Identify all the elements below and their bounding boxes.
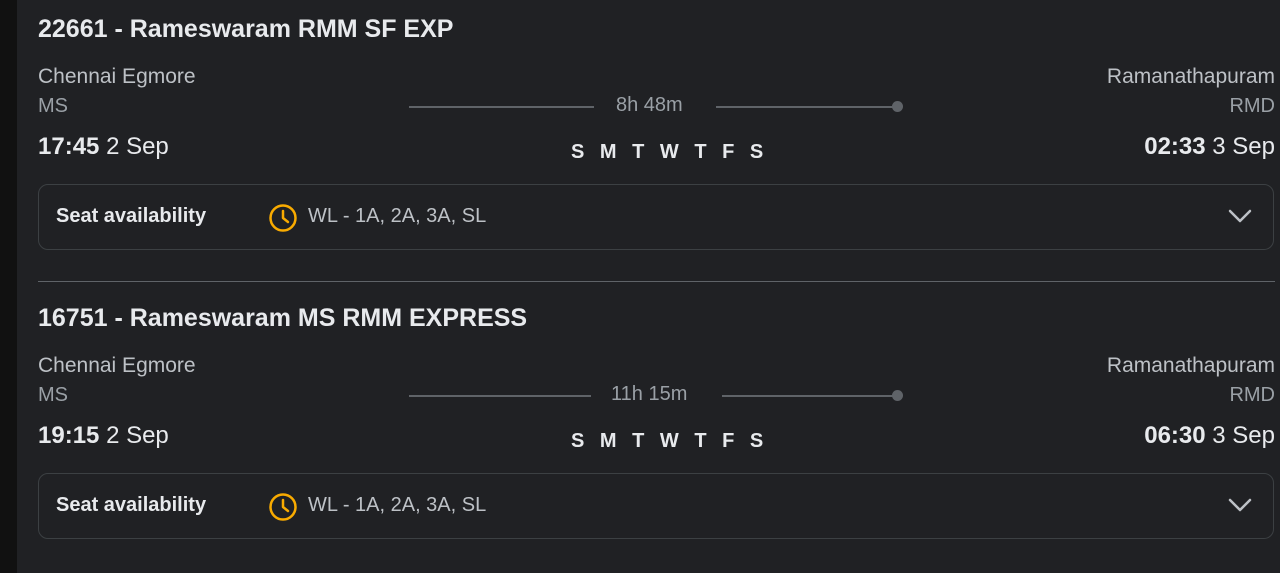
arrival-time: 02:33 (1144, 133, 1206, 160)
to-station: Ramanathapuram (1106, 354, 1275, 377)
from-station: Chennai Egmore (38, 65, 196, 88)
duration: 11h 15m (611, 383, 688, 405)
journey-line: 11h 15m (409, 383, 904, 407)
arrival-date: 3 Sep (1212, 133, 1275, 160)
departure-date: 2 Sep (106, 133, 169, 160)
to-code: RMD (1229, 384, 1275, 406)
clock-icon (269, 204, 297, 232)
to-code: RMD (1229, 95, 1275, 117)
from-code: MS (38, 384, 68, 406)
departure: 19:15 2 Sep (38, 422, 169, 450)
chevron-down-icon[interactable] (1227, 495, 1253, 515)
from-code: MS (38, 95, 68, 117)
chevron-down-icon[interactable] (1227, 206, 1253, 226)
train-title[interactable]: 16751 - Rameswaram MS RMM EXPRESS (38, 304, 527, 333)
train-title[interactable]: 22661 - Rameswaram RMM SF EXP (38, 15, 453, 44)
arrival-dot (892, 101, 903, 112)
from-station: Chennai Egmore (38, 354, 196, 377)
train-results-panel: 22661 - Rameswaram RMM SF EXP Chennai Eg… (17, 0, 1280, 573)
arrival: 06:30 3 Sep (1144, 422, 1275, 450)
arrival-dot (892, 390, 903, 401)
arrival-date: 3 Sep (1212, 422, 1275, 449)
journey-line-left (409, 395, 591, 397)
running-days: S M T W T F S (571, 430, 769, 452)
departure-date: 2 Sep (106, 422, 169, 449)
duration: 8h 48m (616, 94, 683, 116)
departure-time: 17:45 (38, 133, 100, 160)
arrival: 02:33 3 Sep (1144, 133, 1275, 161)
seat-availability-label: Seat availability (56, 494, 207, 516)
running-days: S M T W T F S (571, 141, 769, 163)
seat-availability-label: Seat availability (56, 205, 207, 227)
seat-status: WL - 1A, 2A, 3A, SL (308, 205, 487, 227)
seat-availability-toggle[interactable]: Seat availability WL - 1A, 2A, 3A, SL (38, 184, 1274, 250)
to-station: Ramanathapuram (1106, 65, 1275, 88)
seat-availability-toggle[interactable]: Seat availability WL - 1A, 2A, 3A, SL (38, 473, 1274, 539)
arrival-time: 06:30 (1144, 422, 1206, 449)
departure-time: 19:15 (38, 422, 100, 449)
journey-line-right (716, 106, 896, 108)
divider (38, 281, 1275, 282)
seat-status: WL - 1A, 2A, 3A, SL (308, 494, 487, 516)
journey-line-right (722, 395, 896, 397)
journey-line: 8h 48m (409, 94, 904, 118)
departure: 17:45 2 Sep (38, 133, 169, 161)
clock-icon (269, 493, 297, 521)
journey-line-left (409, 106, 594, 108)
